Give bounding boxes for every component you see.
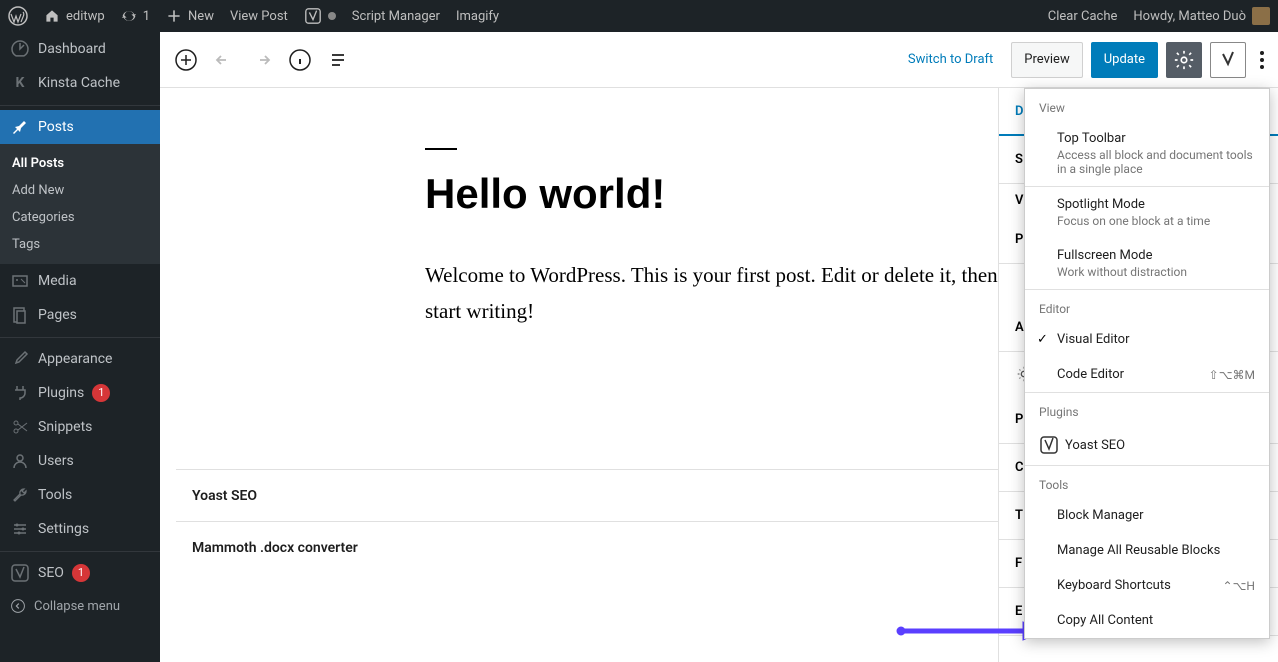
wordpress-icon (8, 6, 28, 26)
pages-icon (10, 305, 30, 325)
seo-badge: 1 (72, 564, 90, 582)
plugins-badge: 1 (92, 384, 110, 402)
admin-bar: editwp 1 New View Post Script Manager Im… (0, 0, 1278, 32)
more-menu-button[interactable] (1254, 51, 1270, 69)
admin-sidebar: Dashboard K Kinsta Cache Posts All Posts… (0, 32, 160, 662)
redo-button[interactable] (244, 42, 280, 78)
dd-copy-all[interactable]: Copy All Content (1025, 603, 1269, 638)
dd-reusable-blocks[interactable]: Manage All Reusable Blocks (1025, 533, 1269, 568)
menu-seo[interactable]: SEO 1 (0, 556, 160, 590)
menu-dashboard[interactable]: Dashboard (0, 32, 160, 66)
updates-count: 1 (143, 9, 150, 24)
site-link[interactable]: editwp (36, 0, 113, 32)
post-content[interactable]: Welcome to WordPress. This is your first… (425, 258, 1013, 329)
add-block-button[interactable] (168, 42, 204, 78)
dd-section-tools: Tools (1025, 466, 1269, 498)
menu-users[interactable]: Users (0, 444, 160, 478)
yoast-button[interactable] (1210, 42, 1246, 78)
yoast-ab[interactable] (296, 0, 344, 32)
undo-icon (212, 48, 236, 72)
menu-posts[interactable]: Posts (0, 110, 160, 144)
dd-section-editor: Editor (1025, 290, 1269, 322)
submenu-categories[interactable]: Categories (0, 204, 160, 231)
kinsta-icon: K (10, 73, 30, 93)
new-link[interactable]: New (158, 0, 222, 32)
status-dot-icon (328, 12, 336, 20)
redo-icon (250, 48, 274, 72)
pin-icon (10, 117, 30, 137)
menu-tools[interactable]: Tools (0, 478, 160, 512)
howdy-link[interactable]: Howdy, Matteo Duò (1125, 0, 1278, 32)
list-icon (326, 48, 350, 72)
menu-settings[interactable]: Settings (0, 512, 160, 546)
wp-logo[interactable] (0, 0, 36, 32)
dd-top-toolbar[interactable]: Top ToolbarAccess all block and document… (1025, 121, 1269, 186)
clear-cache-link[interactable]: Clear Cache (1040, 0, 1126, 32)
plus-icon (166, 8, 182, 24)
post-title[interactable]: Hello world! (425, 170, 1013, 218)
menu-snippets[interactable]: Snippets (0, 410, 160, 444)
dd-section-plugins: Plugins (1025, 393, 1269, 425)
editor-header: Switch to Draft Preview Update (160, 32, 1278, 88)
outline-button[interactable] (320, 42, 356, 78)
script-manager-link[interactable]: Script Manager (344, 0, 448, 32)
dd-fullscreen[interactable]: Fullscreen ModeWork without distraction (1025, 238, 1269, 289)
dd-block-manager[interactable]: Block Manager (1025, 498, 1269, 533)
settings-button[interactable] (1166, 42, 1202, 78)
site-name: editwp (66, 9, 105, 24)
menu-plugins[interactable]: Plugins 1 (0, 376, 160, 410)
dd-keyboard-shortcuts[interactable]: Keyboard Shortcuts ⌃⌥H (1025, 568, 1269, 603)
title-rule (425, 148, 457, 150)
submenu-all-posts[interactable]: All Posts (0, 150, 160, 177)
update-button[interactable]: Update (1091, 42, 1158, 78)
wrench-icon (10, 485, 30, 505)
view-post-link[interactable]: View Post (222, 0, 296, 32)
avatar (1252, 7, 1270, 25)
gear-icon (1173, 49, 1195, 71)
annotation-arrow (895, 616, 1045, 646)
updates-link[interactable]: 1 (113, 0, 158, 32)
posts-submenu: All Posts Add New Categories Tags (0, 144, 160, 264)
dd-code-editor[interactable]: Code Editor ⇧⌥⌘M (1025, 357, 1269, 392)
submenu-add-new[interactable]: Add New (0, 177, 160, 204)
plus-circle-icon (174, 48, 198, 72)
new-label: New (188, 9, 214, 24)
dashboard-icon (10, 39, 30, 59)
yoast-icon (304, 7, 322, 25)
undo-button[interactable] (206, 42, 242, 78)
dd-section-view: View (1025, 89, 1269, 121)
brush-icon (10, 349, 30, 369)
more-menu-dropdown: View Top ToolbarAccess all block and doc… (1024, 88, 1270, 639)
yoast-icon (1039, 435, 1059, 455)
yoast-icon (1218, 50, 1238, 70)
sliders-icon (10, 519, 30, 539)
media-icon (10, 271, 30, 291)
info-icon (288, 48, 312, 72)
info-button[interactable] (282, 42, 318, 78)
preview-button[interactable]: Preview (1011, 42, 1082, 78)
dd-yoast-seo[interactable]: Yoast SEO (1025, 425, 1269, 465)
plug-icon (10, 383, 30, 403)
user-icon (10, 451, 30, 471)
collapse-menu[interactable]: Collapse menu (0, 590, 160, 622)
menu-appearance[interactable]: Appearance (0, 342, 160, 376)
refresh-icon (121, 8, 137, 24)
menu-kinsta-cache[interactable]: K Kinsta Cache (0, 66, 160, 100)
yoast-icon (10, 563, 30, 583)
menu-media[interactable]: Media (0, 264, 160, 298)
dd-spotlight[interactable]: Spotlight ModeFocus on one block at a ti… (1025, 187, 1269, 238)
switch-draft-button[interactable]: Switch to Draft (898, 46, 1003, 73)
scissors-icon (10, 417, 30, 437)
editor: Switch to Draft Preview Update D S V P A… (160, 32, 1278, 662)
home-icon (44, 8, 60, 24)
menu-pages[interactable]: Pages (0, 298, 160, 332)
collapse-icon (10, 598, 26, 614)
dd-visual-editor[interactable]: ✓ Visual Editor (1025, 322, 1269, 357)
imagify-link[interactable]: Imagify (448, 0, 507, 32)
check-icon: ✓ (1037, 332, 1048, 347)
submenu-tags[interactable]: Tags (0, 231, 160, 258)
